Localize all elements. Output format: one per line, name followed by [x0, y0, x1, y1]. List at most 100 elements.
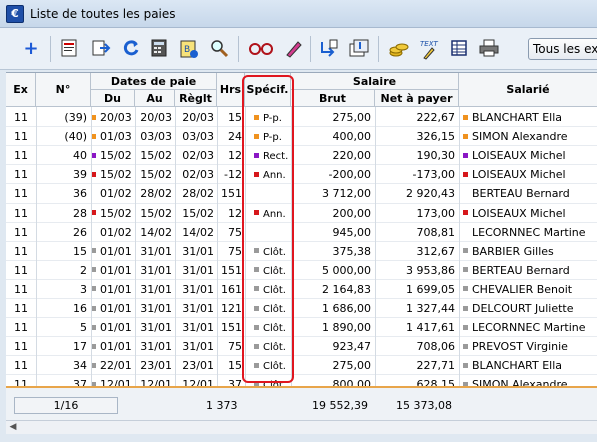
cell-net[interactable]: 222,67	[375, 108, 459, 127]
cell-brut[interactable]: 220,00	[291, 146, 375, 165]
col-header-brut[interactable]: Brut	[291, 90, 375, 107]
glasses-icon[interactable]	[248, 38, 274, 60]
cell-hrs[interactable]: 75	[217, 337, 245, 356]
cell-employee[interactable]: LOISEAUX Michel	[459, 204, 597, 223]
cell-employee[interactable]: LOISEAUX Michel	[459, 146, 597, 165]
cell-net[interactable]: 1 699,05	[375, 280, 459, 299]
cell-du[interactable]: 12/01	[91, 375, 135, 386]
cell-employee[interactable]: CHEVALIER Benoit	[459, 280, 597, 299]
cell-brut[interactable]: 375,38	[291, 242, 375, 261]
cell-hrs[interactable]: 12	[217, 146, 245, 165]
add-icon[interactable]: +	[20, 38, 42, 60]
cell-net[interactable]: 1 417,61	[375, 318, 459, 337]
text-icon[interactable]: TEXT	[418, 38, 440, 60]
cell-du[interactable]: 01/01	[91, 242, 135, 261]
cell-brut[interactable]: 400,00	[291, 127, 375, 146]
cell-spec[interactable]: Clôt.	[245, 356, 291, 375]
cell-brut[interactable]: 1 686,00	[291, 299, 375, 318]
cell-ex[interactable]: 11	[6, 204, 36, 223]
cell-au[interactable]: 15/02	[135, 204, 175, 223]
cell-reglt[interactable]: 20/03	[175, 108, 217, 127]
cell-net[interactable]: 628,15	[375, 375, 459, 386]
cell-spec[interactable]	[245, 223, 291, 242]
cell-ex[interactable]: 11	[6, 184, 36, 203]
cell-du[interactable]: 01/01	[91, 299, 135, 318]
search-icon[interactable]	[208, 38, 230, 60]
cell-du[interactable]: 15/02	[91, 204, 135, 223]
cell-du[interactable]: 01/02	[91, 223, 135, 242]
tous-exercices-dropdown[interactable]: Tous les ex	[528, 38, 597, 60]
cell-employee[interactable]: SIMON Alexandre	[459, 127, 597, 146]
cell-spec[interactable]: Clôt.	[245, 375, 291, 386]
cell-spec[interactable]: Clôt.	[245, 318, 291, 337]
cell-brut[interactable]: 1 890,00	[291, 318, 375, 337]
payslip-icon[interactable]: B	[178, 38, 200, 60]
cell-du[interactable]: 20/03	[91, 108, 135, 127]
cell-net[interactable]: 173,00	[375, 204, 459, 223]
cell-spec[interactable]: Ann.	[245, 165, 291, 184]
cell-spec[interactable]: Clôt.	[245, 261, 291, 280]
cell-au[interactable]: 31/01	[135, 337, 175, 356]
col-header-au[interactable]: Au	[135, 90, 175, 107]
cell-hrs[interactable]: 37	[217, 375, 245, 386]
cell-employee[interactable]: LECORNNEC Martine	[459, 223, 597, 242]
cell-no[interactable]: 34	[36, 356, 91, 375]
cell-no[interactable]: 3	[36, 280, 91, 299]
cell-no[interactable]: (39)	[36, 108, 91, 127]
cell-no[interactable]: 39	[36, 165, 91, 184]
cell-reglt[interactable]: 31/01	[175, 299, 217, 318]
cell-brut[interactable]: 3 712,00	[291, 184, 375, 203]
cell-ex[interactable]: 11	[6, 375, 36, 386]
cell-no[interactable]: 40	[36, 146, 91, 165]
cell-au[interactable]: 14/02	[135, 223, 175, 242]
cell-hrs[interactable]: 151	[217, 261, 245, 280]
cell-net[interactable]: 3 953,86	[375, 261, 459, 280]
cell-no[interactable]: 28	[36, 204, 91, 223]
cell-net[interactable]: 312,67	[375, 242, 459, 261]
cell-net[interactable]: 1 327,44	[375, 299, 459, 318]
cell-reglt[interactable]: 23/01	[175, 356, 217, 375]
cell-net[interactable]: 708,81	[375, 223, 459, 242]
cell-reglt[interactable]: 28/02	[175, 184, 217, 203]
cell-employee[interactable]: BARBIER Gilles	[459, 242, 597, 261]
cell-ex[interactable]: 11	[6, 299, 36, 318]
cell-reglt[interactable]: 31/01	[175, 318, 217, 337]
scroll-left-arrow-icon[interactable]: ◀	[6, 421, 20, 434]
cell-au[interactable]: 23/01	[135, 356, 175, 375]
printer-icon[interactable]	[478, 38, 500, 60]
cell-au[interactable]: 12/01	[135, 375, 175, 386]
col-header-net[interactable]: Net à payer	[375, 90, 459, 107]
cell-brut[interactable]: 200,00	[291, 204, 375, 223]
cell-employee[interactable]: PREVOST Virginie	[459, 337, 597, 356]
cell-spec[interactable]: P-p.	[245, 108, 291, 127]
cell-reglt[interactable]: 14/02	[175, 223, 217, 242]
cell-au[interactable]: 31/01	[135, 280, 175, 299]
cell-ex[interactable]: 11	[6, 261, 36, 280]
cell-employee[interactable]: LOISEAUX Michel	[459, 165, 597, 184]
cell-au[interactable]: 20/03	[135, 108, 175, 127]
cell-hrs[interactable]: 24	[217, 127, 245, 146]
cell-no[interactable]: 37	[36, 375, 91, 386]
cell-du[interactable]: 01/02	[91, 184, 135, 203]
cell-spec[interactable]: Ann.	[245, 204, 291, 223]
cell-hrs[interactable]: 15	[217, 108, 245, 127]
cell-employee[interactable]: LECORNNEC Martine	[459, 318, 597, 337]
cell-reglt[interactable]: 31/01	[175, 261, 217, 280]
cell-net[interactable]: 190,30	[375, 146, 459, 165]
cell-ex[interactable]: 11	[6, 356, 36, 375]
cell-hrs[interactable]: 75	[217, 242, 245, 261]
cell-au[interactable]: 31/01	[135, 299, 175, 318]
coins-icon[interactable]	[388, 38, 410, 60]
cell-hrs[interactable]: -12	[217, 165, 245, 184]
cell-ex[interactable]: 11	[6, 165, 36, 184]
cell-du[interactable]: 01/01	[91, 280, 135, 299]
refresh-icon[interactable]	[120, 38, 142, 60]
import-icon[interactable]	[348, 38, 370, 60]
horizontal-scrollbar[interactable]: ◀	[6, 420, 597, 434]
cell-hrs[interactable]: 151	[217, 184, 245, 203]
cell-hrs[interactable]: 121	[217, 299, 245, 318]
cell-net[interactable]: -173,00	[375, 165, 459, 184]
cell-employee[interactable]: DELCOURT Juliette	[459, 299, 597, 318]
cell-employee[interactable]: BERTEAU Bernard	[459, 184, 597, 203]
cell-reglt[interactable]: 31/01	[175, 242, 217, 261]
